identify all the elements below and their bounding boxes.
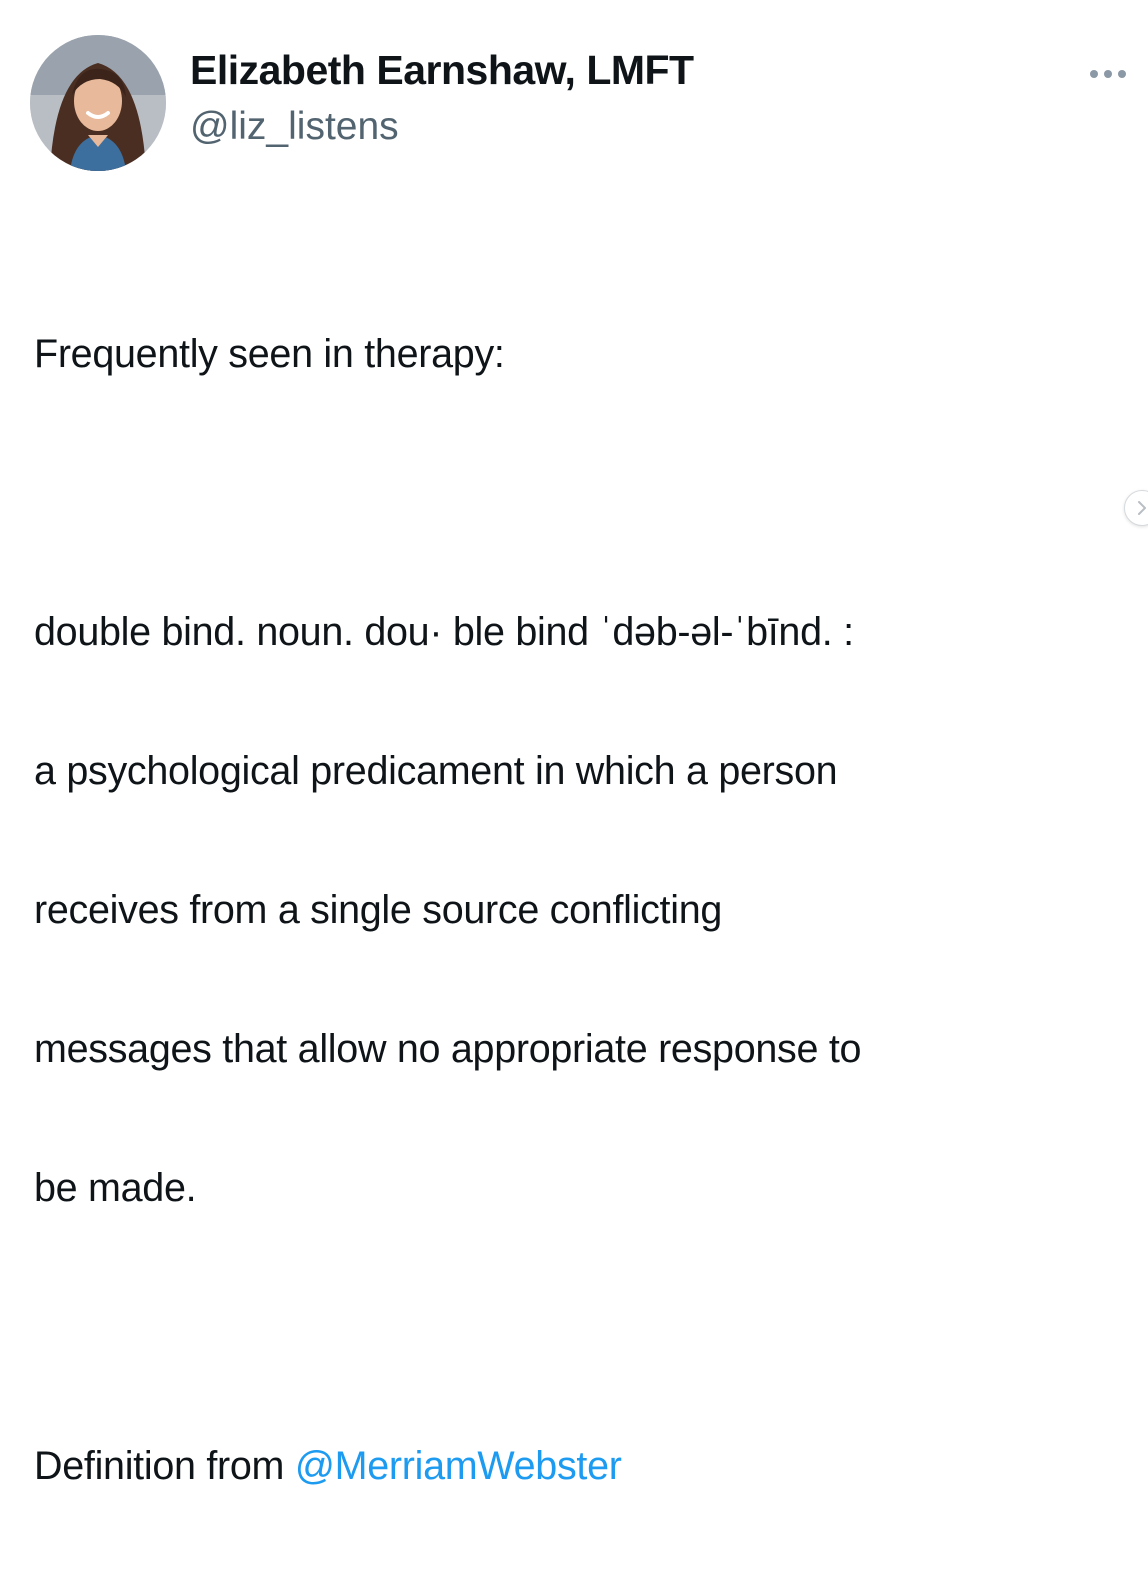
- definition-line: receives from a single source conflictin…: [34, 887, 723, 932]
- definition-line: be made.: [34, 1165, 197, 1210]
- merriam-webster-mention-link[interactable]: @MerriamWebster: [295, 1444, 622, 1488]
- profile-photo: [30, 35, 166, 171]
- ellipsis-horizontal-icon[interactable]: [1086, 62, 1130, 86]
- chevron-right-icon: [1138, 501, 1146, 515]
- definition-line: messages that allow no appropriate respo…: [34, 1026, 862, 1071]
- tweet-intro-line: Frequently seen in therapy:: [34, 331, 505, 376]
- definition-line: double bind. noun. dou· ble bind ˈdəb-əl…: [34, 609, 854, 654]
- author-display-name[interactable]: Elizabeth Earnshaw, LMFT: [190, 47, 694, 93]
- author-handle[interactable]: @liz_listens: [190, 105, 399, 149]
- tweet-text: Frequently seen in therapy: double bind.…: [34, 250, 1134, 1571]
- definition-line: a psychological predicament in which a p…: [34, 748, 838, 793]
- avatar[interactable]: [30, 35, 166, 171]
- source-line: Definition from @MerriamWebster: [34, 1432, 1134, 1502]
- source-prefix: Definition from: [34, 1443, 295, 1488]
